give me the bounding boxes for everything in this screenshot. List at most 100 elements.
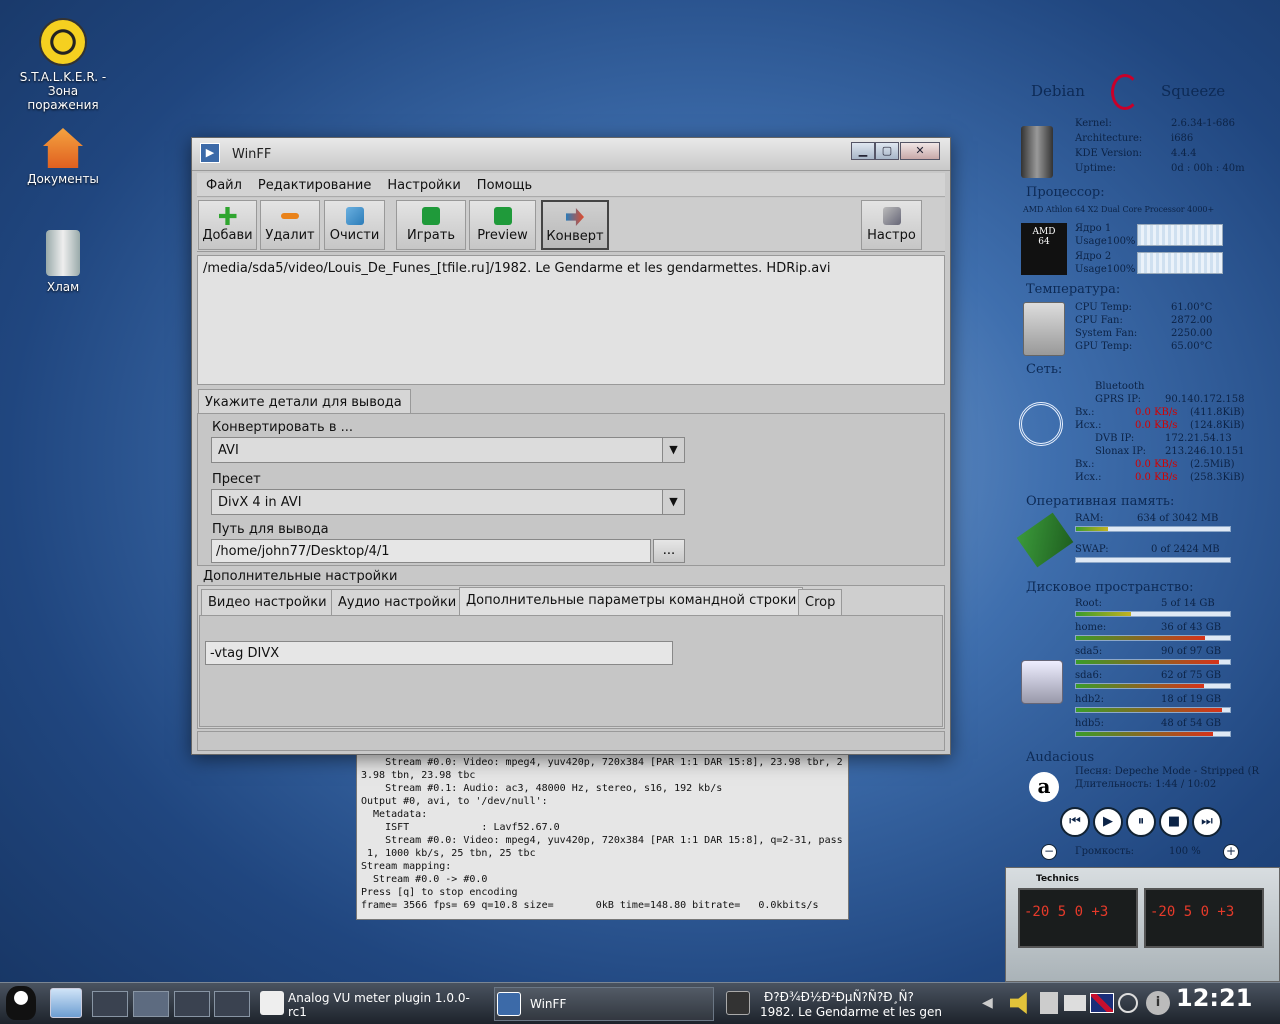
desktop-icon-trash[interactable]: Хлам: [8, 230, 118, 294]
virtual-desktop-2[interactable]: [133, 991, 169, 1017]
menu-settings[interactable]: Настройки: [378, 173, 467, 193]
chevron-down-icon[interactable]: ▼: [662, 438, 684, 462]
arch-value: i686: [1171, 133, 1194, 144]
tab-crop[interactable]: Crop: [798, 589, 843, 615]
slonax-tx-total: (258.3KiB): [1190, 472, 1245, 483]
pause-track-button[interactable]: ⏸: [1126, 807, 1156, 837]
task-vu-meter[interactable]: Analog VU meter plugin 1.0.0-rc1: [258, 987, 483, 1021]
chevron-down-icon[interactable]: ▼: [662, 490, 684, 514]
next-track-button[interactable]: ⏭: [1192, 807, 1222, 837]
menu-help[interactable]: Помощь: [468, 173, 539, 193]
remove-button[interactable]: Удалит: [260, 200, 320, 250]
disk-usage-bar: [1075, 659, 1231, 665]
slonax-label: Slonax IP:: [1095, 446, 1146, 457]
disk-usage-bar-fill: [1076, 660, 1220, 664]
minimize-button[interactable]: ▁: [851, 142, 875, 160]
cpu-temp-value: 61.00°C: [1171, 302, 1213, 313]
cpu-temp-label: CPU Temp:: [1075, 302, 1132, 313]
disk-heading: Дисковое пространство:: [1026, 580, 1194, 595]
clipboard-tray-icon[interactable]: [1040, 992, 1058, 1014]
uptime-label: Uptime:: [1075, 163, 1116, 174]
tab-audio-settings[interactable]: Аудио настройки: [331, 589, 464, 615]
maximize-button[interactable]: ▢: [875, 142, 899, 160]
task-conversion[interactable]: Ð?Ð¾Ð½Ð²ÐµÑ?Ñ?Ð¸Ñ? 1982. Le Gendarme et …: [724, 987, 954, 1021]
tray-arrow-icon[interactable]: ◀: [982, 995, 993, 1011]
core1-usage: Usage100%: [1075, 236, 1136, 247]
kde-menu-tux-icon[interactable]: [6, 986, 36, 1020]
preview-button[interactable]: Preview: [469, 200, 536, 250]
tab-output-details[interactable]: Укажите детали для вывода: [198, 389, 411, 413]
settings-button[interactable]: Настро: [861, 200, 922, 250]
core1-graph: [1137, 224, 1223, 246]
output-path-input[interactable]: /home/john77/Desktop/4/1: [211, 539, 651, 563]
disk-usage: 48 of 54 GB: [1161, 718, 1222, 729]
cpu-fan-label: CPU Fan:: [1075, 315, 1123, 326]
desktop-icon-label: Хлам: [46, 280, 80, 294]
tab-video-settings[interactable]: Видео настройки: [201, 589, 334, 615]
disk-usage-bar: [1075, 611, 1231, 617]
network-heading: Сеть:: [1026, 362, 1063, 377]
keyboard-layout-flag-icon[interactable]: [1090, 993, 1114, 1013]
volume-tray-icon[interactable]: [1010, 992, 1027, 1014]
ram-bar: [1075, 526, 1231, 532]
show-desktop-icon[interactable]: [50, 988, 82, 1018]
cpu-name: AMD Athlon 64 X2 Dual Core Processor 400…: [1023, 205, 1215, 214]
core1-label: Ядро 1: [1075, 223, 1112, 234]
info-tray-icon[interactable]: i: [1146, 991, 1170, 1015]
slonax-tx: 0.0 KB/s: [1135, 472, 1178, 483]
gprs-tx-total: (124.8KiB): [1190, 420, 1245, 431]
audacious-heading: Audacious: [1026, 750, 1095, 765]
virtual-desktop-1[interactable]: [92, 991, 128, 1017]
menu-edit[interactable]: Редактирование: [249, 173, 378, 193]
add-button[interactable]: Добави: [198, 200, 257, 250]
play-button[interactable]: Играть: [396, 200, 466, 250]
cpu-fan-value: 2872.00: [1171, 315, 1213, 326]
convert-to-label: Конвертировать в ...: [212, 420, 354, 435]
previous-track-button[interactable]: ⏮: [1060, 807, 1090, 837]
convert-to-select[interactable]: AVI ▼: [211, 437, 685, 463]
browse-button[interactable]: ...: [653, 539, 685, 563]
file-list-item[interactable]: /media/sda5/video/Louis_De_Funes_[tfile.…: [203, 261, 939, 276]
disk-usage-bar: [1075, 635, 1231, 641]
song-duration: Длительность: 1:44 / 10:02: [1075, 779, 1217, 790]
drive-tray-icon[interactable]: [1064, 995, 1086, 1011]
virtual-desktop-4[interactable]: [214, 991, 250, 1017]
arch-label: Architecture:: [1075, 133, 1143, 144]
task-winff[interactable]: WinFF: [494, 987, 714, 1021]
network-tray-icon[interactable]: [1118, 993, 1138, 1013]
output-details-panel: Конвертировать в ... AVI ▼ Пресет DivX 4…: [197, 413, 945, 566]
sys-fan-label: System Fan:: [1075, 328, 1138, 339]
tab-cmdline-params[interactable]: Дополнительные параметры командной строк…: [459, 587, 804, 615]
desktop-icon-documents[interactable]: Документы: [8, 128, 118, 186]
disk-name: hdb2:: [1075, 694, 1104, 705]
close-button[interactable]: ✕: [900, 142, 940, 160]
extra-settings-panel: Видео настройки Аудио настройки Дополнит…: [197, 585, 945, 729]
terminal-line: Stream #0.1: Audio: ac3, 48000 Hz, stere…: [361, 783, 723, 794]
terminal-line: Press [q] to stop encoding: [361, 887, 518, 898]
disk-usage-bar-fill: [1076, 636, 1206, 640]
virtual-desktop-3[interactable]: [174, 991, 210, 1017]
gprs-rx-label: Вх.:: [1075, 407, 1095, 418]
vu-meter-plugin[interactable]: Technics -20 5 0 +3 -20 5 0 +3: [1005, 867, 1280, 982]
volume-up-button[interactable]: +: [1223, 844, 1239, 860]
play-track-button[interactable]: ▶: [1093, 807, 1123, 837]
kernel-label: Kernel:: [1075, 118, 1112, 129]
terminal-window[interactable]: Duration: 01:38:48.58, start: 0.000000, …: [356, 740, 849, 920]
gpu-temp-value: 65.00°C: [1171, 341, 1213, 352]
volume-down-button[interactable]: −: [1041, 844, 1057, 860]
cmdline-input[interactable]: -vtag DIVX: [205, 641, 673, 665]
convert-button[interactable]: Конверт: [541, 200, 609, 250]
menu-bar: Файл Редактирование Настройки Помощь: [197, 173, 945, 197]
desktop-icon-stalker[interactable]: S.T.A.L.K.E.R. - Зона поражения: [8, 18, 118, 112]
minus-icon: [281, 213, 299, 219]
clear-button[interactable]: Очисти: [324, 200, 385, 250]
trash-icon: [46, 230, 80, 276]
menu-file[interactable]: Файл: [197, 173, 249, 193]
title-bar[interactable]: ▶ WinFF ▁ ▢ ✕: [192, 138, 950, 171]
volume-value: 100 %: [1169, 846, 1201, 857]
file-list[interactable]: /media/sda5/video/Louis_De_Funes_[tfile.…: [197, 255, 945, 385]
clock[interactable]: 12:21: [1176, 984, 1252, 1012]
preset-select[interactable]: DivX 4 in AVI ▼: [211, 489, 685, 515]
stop-track-button[interactable]: ■: [1159, 807, 1189, 837]
terminal-line: 3.98 tbn, 23.98 tbc: [361, 770, 476, 781]
